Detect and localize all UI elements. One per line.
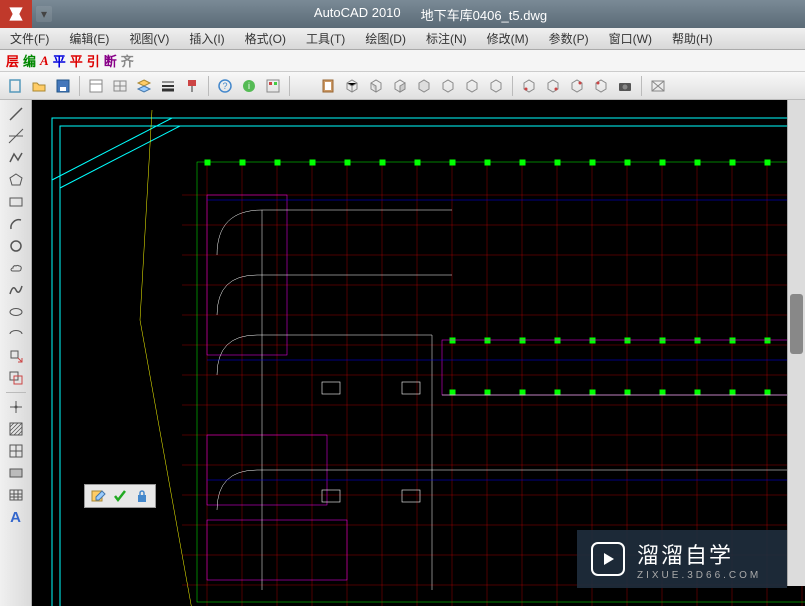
separator [289,76,290,96]
view-nw-iso[interactable] [590,75,612,97]
express-break-button[interactable]: 断 [102,51,119,70]
ellipse-arc-tool[interactable] [4,324,28,344]
watermark: 溜溜自学 ZIXUE.3D66.COM [577,530,787,588]
paint-button[interactable] [181,75,203,97]
separator [6,392,26,393]
ellipse-tool[interactable] [4,302,28,322]
edit-book-icon[interactable] [89,487,107,505]
drawing-canvas[interactable]: 溜溜自学 ZIXUE.3D66.COM [32,100,805,606]
sheet-button[interactable] [85,75,107,97]
express-flat-button[interactable]: 平 [51,51,68,70]
edit-lock-icon[interactable] [133,487,151,505]
document-name: 地下车库0406_t5.dwg [421,5,547,24]
arc-tool[interactable] [4,214,28,234]
view-cube-side[interactable] [389,75,411,97]
watermark-logo-icon [591,542,625,576]
view-cube-top[interactable] [341,75,363,97]
menu-window[interactable]: 窗口(W) [599,28,662,49]
view-se-iso[interactable] [542,75,564,97]
properties-button[interactable] [262,75,284,97]
separator [641,76,642,96]
menu-edit[interactable]: 编辑(E) [59,28,119,49]
menu-format[interactable]: 格式(O) [235,28,296,49]
polygon-tool[interactable] [4,170,28,190]
express-lead-button[interactable]: 引 [85,51,102,70]
insert-block-tool[interactable] [4,346,28,366]
gradient-tool[interactable] [4,441,28,461]
express-align-button[interactable]: 齐 [119,51,136,70]
help-button[interactable]: ? [214,75,236,97]
construction-line-tool[interactable] [4,126,28,146]
quick-access-toolbar: ▾ [32,6,56,22]
spline-tool[interactable] [4,280,28,300]
revcloud-tool[interactable] [4,258,28,278]
menu-dimension[interactable]: 标注(N) [416,28,477,49]
named-views-button[interactable] [647,75,669,97]
table-tool[interactable] [4,485,28,505]
make-block-tool[interactable] [4,368,28,388]
separator [79,76,80,96]
menu-view[interactable]: 视图(V) [119,28,179,49]
region-tool[interactable] [4,463,28,483]
express-layer-button[interactable]: 层 [4,51,21,70]
view-cube-iso4[interactable] [485,75,507,97]
menu-insert[interactable]: 插入(I) [179,28,234,49]
table-button[interactable] [109,75,131,97]
draw-toolbar: A [0,100,32,606]
app-name: AutoCAD 2010 [314,5,401,24]
layers-button[interactable] [133,75,155,97]
menu-modify[interactable]: 修改(M) [477,28,539,49]
vertical-scrollbar[interactable] [787,100,805,586]
workspace: A [0,100,805,606]
qat-dropdown-icon[interactable]: ▾ [36,6,52,22]
open-button[interactable] [28,75,50,97]
view-cube-iso2[interactable] [437,75,459,97]
edit-accept-icon[interactable] [111,487,129,505]
menu-tools[interactable]: 工具(T) [296,28,355,49]
express-flat2-button[interactable]: 平 [68,51,85,70]
menu-draw[interactable]: 绘图(D) [355,28,416,49]
text-tool[interactable]: A [4,507,28,527]
camera-button[interactable] [614,75,636,97]
separator [208,76,209,96]
watermark-title: 溜溜自学 [637,538,761,570]
rectangle-tool[interactable] [4,192,28,212]
line-tool[interactable] [4,104,28,124]
point-tool[interactable] [4,397,28,417]
express-a-button[interactable]: A [38,53,51,69]
view-cube-front[interactable] [365,75,387,97]
polyline-tool[interactable] [4,148,28,168]
circle-tool[interactable] [4,236,28,256]
view-ne-iso[interactable] [566,75,588,97]
info-button[interactable]: i [238,75,260,97]
watermark-url: ZIXUE.3D66.COM [637,570,761,581]
window-title: AutoCAD 2010 地下车库0406_t5.dwg [56,5,805,24]
titlebar: ▾ AutoCAD 2010 地下车库0406_t5.dwg [0,0,805,28]
express-edit-button[interactable]: 编 [21,51,38,70]
hatch-tool[interactable] [4,419,28,439]
separator [512,76,513,96]
menu-help[interactable]: 帮助(H) [662,28,723,49]
svg-text:i: i [248,81,250,91]
lineweight-button[interactable] [157,75,179,97]
view-sw-iso[interactable] [518,75,540,97]
scrollbar-thumb[interactable] [790,294,803,354]
in-place-editor[interactable] [84,484,156,508]
menu-parametric[interactable]: 参数(P) [539,28,599,49]
view-cube-iso3[interactable] [461,75,483,97]
app-menu-button[interactable] [0,0,32,28]
save-button[interactable] [52,75,74,97]
view-cube-iso1[interactable] [413,75,435,97]
standard-toolbar: ? i [0,72,805,100]
menu-file[interactable]: 文件(F) [0,28,59,49]
menubar: 文件(F) 编辑(E) 视图(V) 插入(I) 格式(O) 工具(T) 绘图(D… [0,28,805,50]
new-button[interactable] [4,75,26,97]
svg-text:?: ? [222,81,227,91]
express-tools-bar: 层 编 A 平 平 引 断 齐 [0,50,805,72]
paste-button[interactable] [317,75,339,97]
